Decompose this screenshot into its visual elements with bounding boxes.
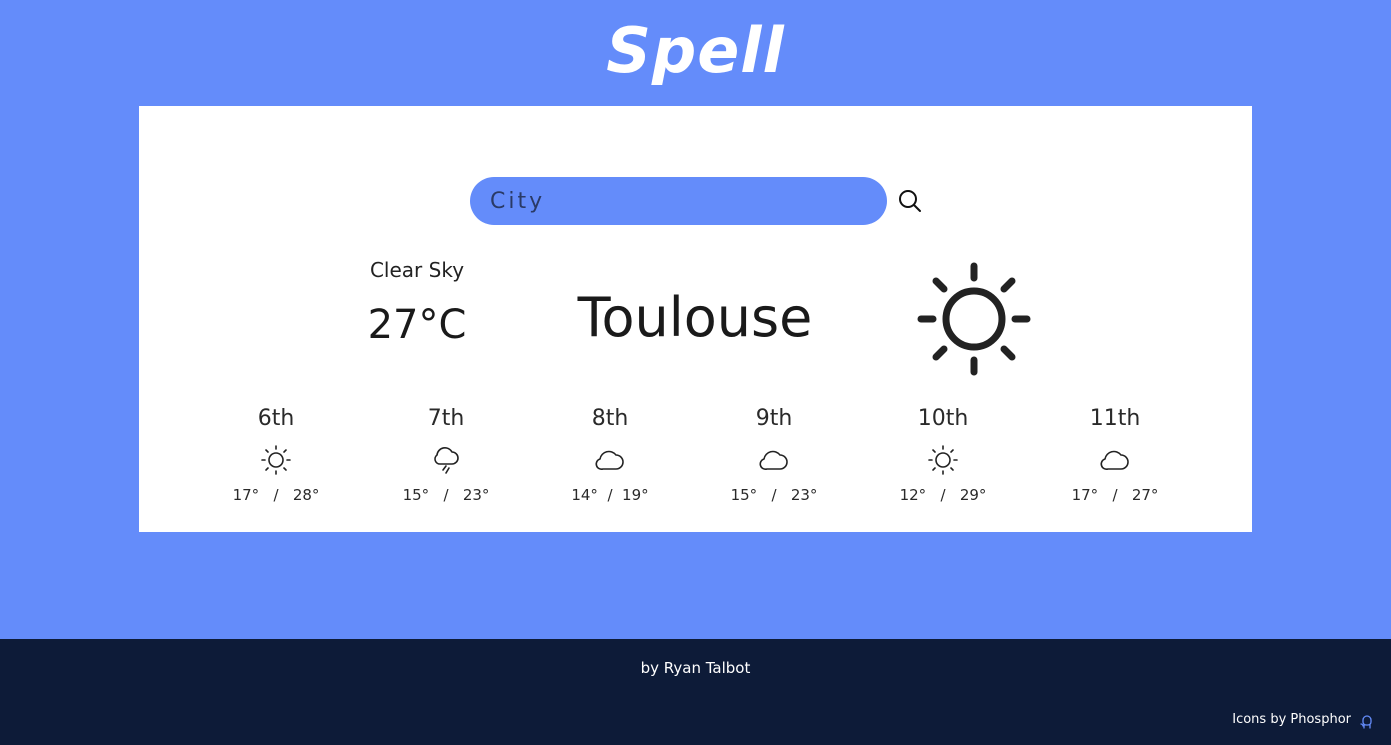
forecast-day-label: 10th — [917, 406, 969, 431]
search-bar — [470, 177, 930, 225]
cloud-rain-icon — [434, 447, 459, 474]
weather-card: Clear Sky 27°C Toulouse 6th — [139, 106, 1252, 532]
forecast-day-label: 8th — [591, 406, 629, 431]
forecast-day: 10th 12° / 29° — [873, 402, 1013, 504]
cloud-icon — [595, 450, 624, 471]
forecast-day-label: 11th — [1089, 406, 1141, 431]
forecast-temps: 14° / 19° — [571, 486, 649, 504]
city-name: Toulouse — [577, 286, 813, 349]
app-logo: Spell — [606, 14, 785, 87]
forecast-temps: 12° / 29° — [899, 486, 987, 504]
forecast-day-label: 7th — [427, 406, 465, 431]
forecast-temps: 15° / 23° — [730, 486, 818, 504]
footer: by Ryan Talbot Icons by Phosphor — [0, 639, 1391, 745]
forecast-day: 9th 15° / 23° — [704, 402, 844, 504]
forecast-day: 8th 14° / 19° — [540, 402, 680, 504]
forecast-temps: 15° / 23° — [402, 486, 490, 504]
current-temperature: 27°C — [367, 302, 467, 348]
forecast-day: 6th 17° / 28° — [206, 402, 346, 504]
forecast-day: 7th 15° / 23° — [376, 402, 516, 504]
github-icon[interactable] — [1359, 713, 1375, 729]
icons-credit-link[interactable]: Icons by Phosphor — [1232, 712, 1351, 727]
forecast-row: 6th 17° / 28° 7th 15° / 23° 8th 14° / 19… — [139, 402, 1252, 512]
cloud-icon — [759, 450, 788, 471]
forecast-temps: 17° / 27° — [1071, 486, 1159, 504]
forecast-day: 11th 17° / 27° — [1045, 402, 1185, 504]
forecast-temps: 17° / 28° — [232, 486, 320, 504]
city-search-input[interactable] — [470, 177, 887, 225]
forecast-day-label: 6th — [257, 406, 295, 431]
forecast-day-label: 9th — [755, 406, 793, 431]
cloud-icon — [1100, 450, 1129, 471]
sun-icon — [917, 262, 1031, 376]
author-byline: by Ryan Talbot — [640, 659, 751, 677]
search-button[interactable] — [897, 188, 923, 214]
weather-description: Clear Sky — [369, 258, 465, 282]
sun-icon — [928, 445, 958, 475]
search-icon — [899, 190, 921, 212]
sun-icon — [261, 445, 291, 475]
